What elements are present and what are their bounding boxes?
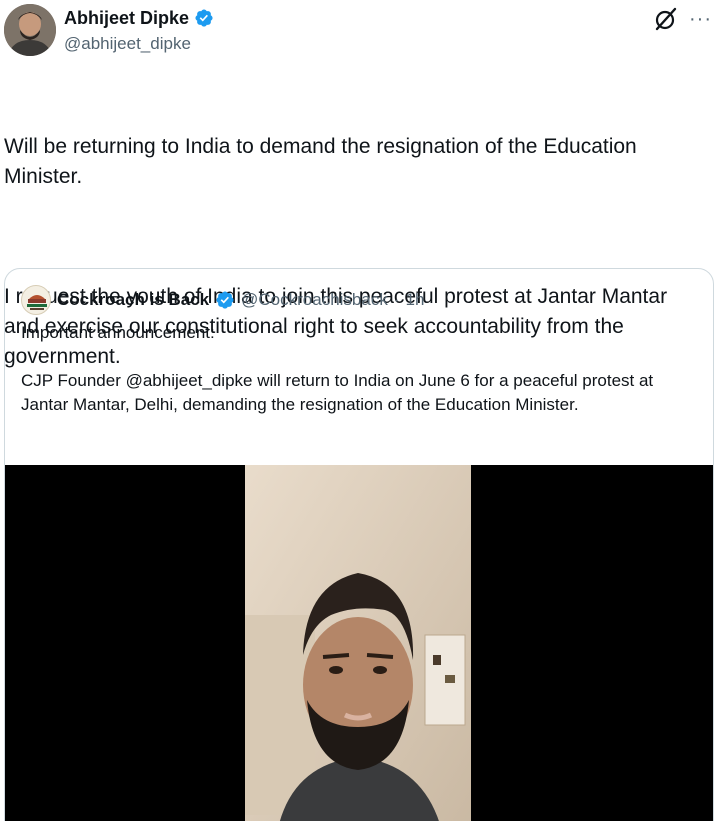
top-actions: ··· (653, 6, 712, 32)
video-player[interactable] (5, 465, 713, 821)
avatar-image (4, 4, 56, 56)
author-name-row: Abhijeet Dipke (64, 6, 214, 30)
quote-header: Cockroach is Back @Cockroachisback · 1h (21, 285, 424, 315)
quote-author-handle[interactable]: @Cockroachisback (241, 290, 388, 310)
avatar[interactable] (4, 4, 56, 56)
quote-tweet-card[interactable]: Cockroach is Back @Cockroachisback · 1h … (4, 268, 714, 821)
video-thumbnail (245, 465, 471, 821)
verified-badge-icon (215, 290, 235, 310)
quote-avatar[interactable] (21, 285, 51, 315)
author-handle[interactable]: @abhijeet_dipke (64, 34, 214, 54)
quote-separator: · (393, 290, 400, 309)
quote-paragraph: CJP Founder @abhijeet_dipke will return … (21, 371, 654, 414)
quote-author-name[interactable]: Cockroach is Back (57, 290, 209, 310)
verified-badge-icon (194, 8, 214, 28)
quote-body: Important announcement: CJP Founder @abh… (21, 321, 691, 441)
video-frame (245, 465, 471, 821)
more-options-icon[interactable]: ··· (689, 9, 712, 29)
author-name[interactable]: Abhijeet Dipke (64, 8, 189, 29)
tweet-paragraph: Will be returning to India to demand the… (4, 135, 643, 188)
quote-paragraph: Important announcement: (21, 323, 215, 342)
author-block: Abhijeet Dipke @abhijeet_dipke (64, 6, 214, 54)
quote-timestamp[interactable]: 1h (406, 290, 425, 310)
grok-icon[interactable] (653, 6, 679, 32)
